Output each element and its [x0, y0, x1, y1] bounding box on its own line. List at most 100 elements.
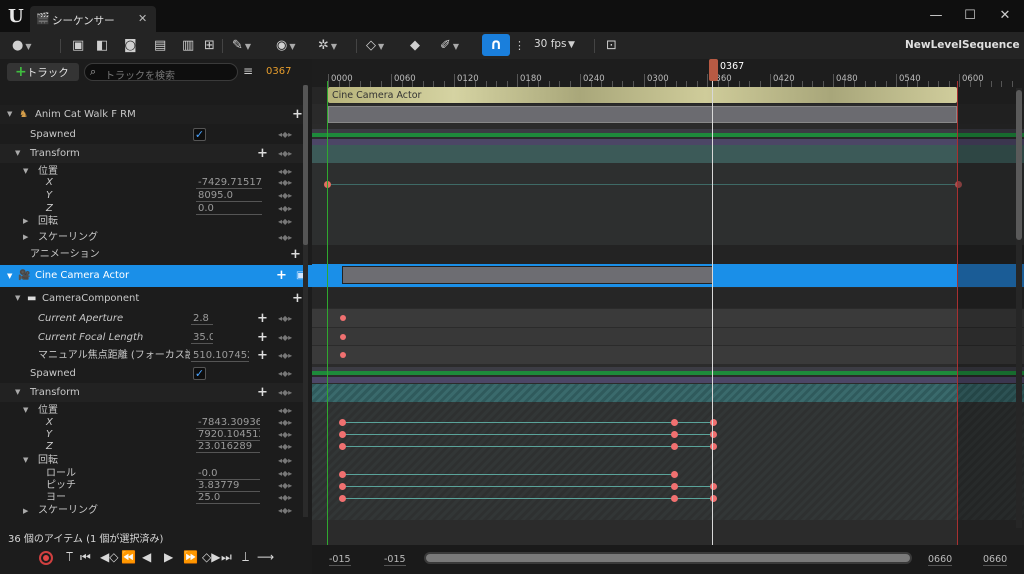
playhead-handle[interactable] — [709, 59, 718, 81]
prev-frame-key-icon[interactable]: ◀◇ — [100, 550, 118, 564]
add-track-button[interactable]: +トラック — [7, 63, 79, 81]
add-icon[interactable]: + — [290, 245, 301, 264]
add-icon[interactable]: + — [257, 383, 268, 402]
add-icon[interactable]: + — [257, 328, 268, 347]
value-field[interactable]: 510.107452 — [191, 349, 249, 362]
camera-icon[interactable]: ◙ — [124, 37, 137, 54]
play-reverse-icon[interactable]: ◀ — [142, 550, 151, 564]
play-icon[interactable]: ▶ — [164, 550, 173, 564]
key-nav-icon[interactable]: ◂◆▸ — [278, 383, 292, 402]
fps-selector[interactable]: 30 fps — [534, 38, 567, 50]
keyframe[interactable] — [671, 431, 678, 438]
track-row-spawned-camera[interactable]: Spawned ✓ ◂◆▸ — [0, 364, 305, 383]
collapse-icon[interactable]: ▼ — [15, 289, 20, 308]
timeline-vertical-scrollbar[interactable] — [1016, 88, 1022, 528]
transform-camera-section[interactable] — [312, 384, 1024, 402]
playhead-line[interactable] — [712, 81, 713, 545]
value-field[interactable]: 23.016289 — [196, 441, 260, 453]
close-window-button[interactable]: ✕ — [995, 8, 1015, 23]
track-row-camera-component[interactable]: ▼ ▬ CameraComponent + — [0, 289, 305, 308]
key-nav-icon[interactable]: ◂◆▸ — [278, 364, 292, 383]
cine-camera-thumbnail-section[interactable]: Cine Camera Actor — [328, 87, 957, 103]
work-start-field[interactable]: -015 — [384, 554, 406, 566]
jump-to-end-icon[interactable]: ⟘ — [242, 550, 249, 565]
track-row-animation[interactable]: アニメーション + — [0, 245, 305, 264]
tab-sequencer[interactable]: 🎬 シーケンサー ✕ — [30, 6, 156, 32]
brush-icon[interactable]: ✐ ▼ — [440, 37, 459, 54]
track-row-anim-cat[interactable]: ▼ ♞ Anim Cat Walk F RM + — [0, 105, 305, 124]
track-row-aperture[interactable]: Current Aperture 2.8 + ◂◆▸ — [0, 309, 305, 328]
jump-to-start-icon[interactable]: ⟙ — [66, 550, 73, 565]
value-field[interactable]: -0.0 — [196, 468, 260, 480]
expand-icon[interactable]: ▶ — [23, 503, 28, 519]
keyframe[interactable] — [671, 419, 678, 426]
keyframe[interactable] — [340, 334, 346, 340]
keyframe[interactable] — [339, 431, 346, 438]
key-nav-icon[interactable]: ◂◆▸ — [278, 429, 292, 441]
track-row-cine-camera[interactable]: ▼ 🎥 Cine Camera Actor + ▣ — [0, 265, 312, 287]
key-nav-icon[interactable]: ◂◆▸ — [278, 503, 292, 519]
keyframe[interactable] — [340, 352, 346, 358]
anim-section[interactable] — [328, 106, 957, 123]
key-nav-icon[interactable]: ◂◆▸ — [278, 328, 292, 347]
key-nav-icon[interactable]: ◂◆▸ — [278, 144, 292, 163]
value-field[interactable]: -7843.30936 — [196, 417, 260, 429]
key-icon[interactable]: ◆ — [410, 37, 420, 54]
camera-section[interactable] — [342, 266, 713, 284]
close-tab-icon[interactable]: ✕ — [138, 12, 147, 25]
track-search-input[interactable]: ⌕ トラックを検索 — [84, 63, 238, 82]
value-field[interactable]: -7429.715176 — [196, 176, 262, 189]
track-row-roll[interactable]: ロール -0.0 ◂◆▸ — [0, 468, 305, 480]
add-icon[interactable]: + — [292, 289, 303, 308]
clapper-icon[interactable]: ▤ — [154, 37, 166, 54]
key-nav-icon[interactable]: ◂◆▸ — [278, 346, 292, 365]
collapse-icon[interactable]: ▼ — [23, 453, 28, 468]
value-field[interactable]: 2.8 — [191, 312, 213, 325]
key-nav-icon[interactable]: ◂◆▸ — [278, 453, 292, 468]
value-field[interactable]: 7920.104512 — [196, 429, 260, 441]
view-start-field[interactable]: -015 — [329, 554, 351, 566]
key-nav-icon[interactable]: ◂◆▸ — [278, 125, 292, 144]
gear-icon[interactable]: ✲ ▼ — [318, 37, 337, 54]
add-icon[interactable]: + — [257, 144, 268, 163]
track-row-y-camera[interactable]: Y 7920.104512 ◂◆▸ — [0, 429, 305, 441]
maximize-button[interactable]: ☐ — [960, 8, 980, 23]
browse-icon[interactable]: ◧ — [96, 37, 108, 54]
track-row-x[interactable]: X -7429.715176 ◂◆▸ — [0, 176, 305, 189]
key-nav-icon[interactable]: ◂◆▸ — [278, 468, 292, 480]
spawned-bar[interactable] — [312, 133, 1024, 137]
collapse-icon[interactable]: ▼ — [15, 383, 20, 402]
outliner-scrollbar[interactable] — [303, 85, 308, 517]
spawned-checkbox[interactable]: ✓ — [193, 128, 206, 141]
keyframe[interactable] — [339, 443, 346, 450]
value-field[interactable]: 3.83779 — [196, 480, 260, 492]
record-button[interactable] — [39, 551, 53, 565]
keyframe[interactable] — [339, 483, 346, 490]
value-field[interactable]: 35.0 — [191, 331, 213, 344]
next-frame-key-icon[interactable]: ◇▶ — [202, 550, 220, 564]
add-icon[interactable]: + — [276, 265, 287, 287]
add-icon[interactable]: + — [257, 309, 268, 328]
keyframe[interactable] — [340, 315, 346, 321]
render-icon[interactable]: ▥ — [182, 37, 194, 54]
work-end-field[interactable]: 0660 — [928, 554, 953, 566]
track-row-x-camera[interactable]: X -7843.30936 ◂◆▸ — [0, 417, 305, 429]
add-icon[interactable]: + — [292, 105, 303, 124]
collapse-icon[interactable]: ▼ — [7, 105, 12, 124]
track-row-focal[interactable]: Current Focal Length 35.0 + ◂◆▸ — [0, 328, 305, 347]
key-nav-icon[interactable]: ◂◆▸ — [278, 176, 292, 189]
step-back-icon[interactable]: ⏪ — [121, 550, 136, 564]
playback-end-marker[interactable] — [957, 81, 958, 545]
keyframe[interactable] — [339, 419, 346, 426]
hierarchy-icon[interactable]: ⊞ — [204, 37, 215, 54]
key-nav-icon[interactable]: ◂◆▸ — [278, 189, 292, 202]
track-row-z-camera[interactable]: Z 23.016289 ◂◆▸ — [0, 441, 305, 453]
loop-icon[interactable]: ⟶ — [257, 550, 274, 564]
keyframe[interactable] — [671, 495, 678, 502]
collapse-icon[interactable]: ▼ — [7, 265, 12, 287]
key-nav-icon[interactable]: ◂◆▸ — [278, 480, 292, 492]
track-row-rotation-camera[interactable]: ▼ 回転 ◂◆▸ — [0, 453, 305, 468]
view-end-field[interactable]: 0660 — [983, 554, 1008, 566]
track-row-transform-camera[interactable]: ▼ Transform + ◂◆▸ — [0, 383, 305, 402]
key-nav-icon[interactable]: ◂◆▸ — [278, 441, 292, 453]
